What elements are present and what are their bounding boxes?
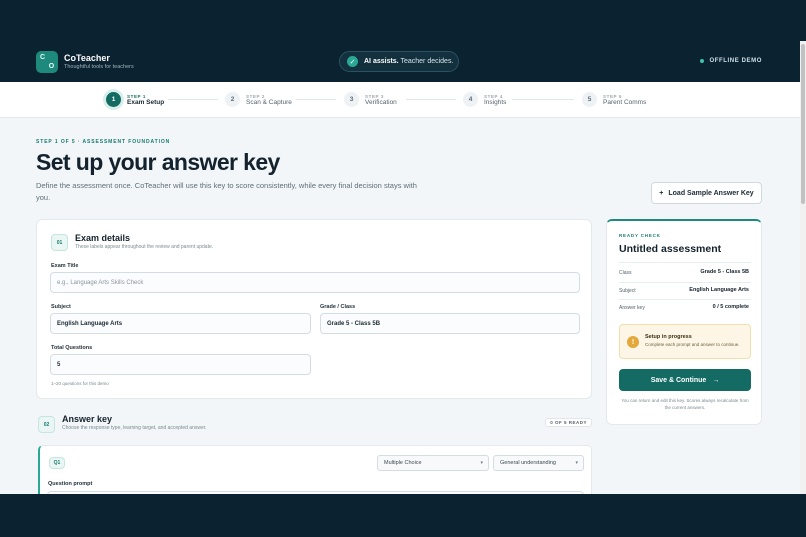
status-dot-icon: [700, 59, 705, 63]
learning-target-select[interactable]: General understanding ▾: [493, 455, 584, 471]
summary-value: Grade 5 - Class 5B: [700, 269, 749, 275]
chevron-down-icon: ▾: [575, 460, 578, 466]
warning-text: Complete each prompt and answer to conti…: [645, 342, 740, 347]
page-kicker: STEP 1 OF 5 · ASSESSMENT FOUNDATION: [36, 139, 171, 145]
total-questions-hint: 1–20 questions for this demo: [51, 381, 109, 386]
exam-title-input[interactable]: e.g., Language Arts Skills Check: [50, 272, 580, 293]
panel-kicker: READY CHECK: [619, 233, 661, 238]
summary-key: Class: [619, 270, 632, 276]
divider: [619, 282, 751, 283]
step-number: 3: [344, 92, 359, 107]
plus-icon: +: [659, 189, 664, 197]
assessment-title: Untitled assessment: [619, 243, 722, 255]
warning-title: Setup in progress: [645, 334, 692, 340]
step-name: Insights: [484, 98, 507, 106]
divider: [619, 262, 751, 263]
step-number: 1: [106, 92, 121, 107]
warning-icon: !: [627, 336, 639, 348]
scrollbar-thumb[interactable]: [801, 44, 805, 204]
section-badge: 01: [51, 234, 68, 251]
panel-footnote: You can return and edit this key. Scores…: [621, 398, 749, 410]
check-icon: ✓: [347, 56, 358, 67]
setup-warning: ! Setup in progress Complete each prompt…: [619, 324, 751, 359]
load-sample-answer-key-button[interactable]: + Load Sample Answer Key: [651, 182, 762, 204]
step-connector: [296, 99, 336, 100]
button-label: Load Sample Answer Key: [668, 189, 754, 197]
step-name: Scan & Capture: [246, 98, 292, 106]
arrow-right-icon: →: [712, 376, 720, 384]
page-title: Set up your answer key: [36, 149, 280, 175]
question-prompt-label: Question prompt: [48, 481, 93, 487]
ready-check-panel: READY CHECK Untitled assessment Class Gr…: [606, 219, 762, 425]
chevron-down-icon: ▾: [480, 460, 483, 466]
subject-label: Subject: [51, 304, 71, 310]
step-parent-comms[interactable]: 5 STEP 5 Parent Comms: [582, 92, 646, 107]
step-connector: [406, 99, 456, 100]
total-questions-input[interactable]: 5: [50, 354, 311, 375]
pill-text: Teacher decides.: [400, 58, 454, 65]
section-subtitle: Choose the response type, learning targe…: [62, 425, 207, 431]
exam-title-label: Exam Title: [51, 263, 79, 269]
step-name: Verification: [365, 98, 397, 106]
pill-bold: AI assists.: [364, 58, 399, 65]
logo-letter: C: [39, 54, 46, 61]
step-connector: [512, 99, 574, 100]
question-prompt-input[interactable]: [47, 491, 584, 494]
step-number: 4: [463, 92, 478, 107]
total-questions-label: Total Questions: [51, 345, 93, 351]
summary-key: Subject: [619, 288, 636, 294]
grade-class-input[interactable]: Grade 5 - Class 5B: [320, 313, 580, 334]
question-card: Q1 Multiple Choice ▾ General understandi…: [38, 445, 592, 494]
save-continue-button[interactable]: Save & Continue →: [619, 369, 751, 391]
offline-demo-indicator: OFFLINE DEMO: [700, 58, 762, 64]
app-tagline: Thoughtful tools for teachers: [64, 64, 134, 70]
app-header: C O CoTeacher Thoughtful tools for teach…: [0, 0, 806, 82]
mode-label: OFFLINE DEMO: [709, 58, 762, 64]
section-title: Exam details: [75, 233, 131, 243]
select-value: General understanding: [500, 460, 556, 466]
button-label: Save & Continue: [650, 376, 707, 384]
step-exam-setup[interactable]: 1 STEP 1 Exam Setup: [106, 92, 164, 107]
main-content: STEP 1 OF 5 · ASSESSMENT FOUNDATION Set …: [0, 118, 800, 494]
step-connector: [168, 99, 218, 100]
step-verification[interactable]: 3 STEP 3 Verification: [344, 92, 397, 107]
step-name: Parent Comms: [603, 98, 647, 106]
step-number: 2: [225, 92, 240, 107]
step-name: Exam Setup: [127, 98, 165, 106]
exam-details-card: 01 Exam details These labels appear thro…: [36, 219, 592, 399]
summary-value: 0 / 5 complete: [712, 304, 749, 310]
section-badge: 02: [38, 416, 55, 433]
ready-count-badge: 0 OF 5 READY: [545, 418, 592, 427]
app-logo: C O: [36, 51, 58, 73]
divider: [619, 299, 751, 300]
step-number: 5: [582, 92, 597, 107]
grade-class-label: Grade / Class: [320, 304, 356, 310]
subject-input[interactable]: English Language Arts: [50, 313, 311, 334]
answer-key-header: 02 Answer key Choose the response type, …: [36, 414, 592, 434]
logo-letter: O: [48, 63, 55, 70]
summary-key: Answer key: [619, 305, 645, 311]
question-badge: Q1: [49, 457, 65, 469]
section-subtitle: These labels appear throughout the revie…: [75, 244, 214, 250]
summary-value: English Language Arts: [689, 287, 749, 293]
page-intro: Define the assessment once. CoTeacher wi…: [36, 181, 417, 202]
step-insights[interactable]: 4 STEP 4 Insights: [463, 92, 506, 107]
step-scan-capture[interactable]: 2 STEP 2 Scan & Capture: [225, 92, 292, 107]
section-title: Answer key: [62, 414, 113, 424]
select-value: Multiple Choice: [384, 460, 422, 466]
app-name: CoTeacher: [64, 53, 110, 63]
ai-assist-pill: ✓ AI assists. Teacher decides.: [339, 51, 459, 72]
question-type-select[interactable]: Multiple Choice ▾: [377, 455, 489, 471]
